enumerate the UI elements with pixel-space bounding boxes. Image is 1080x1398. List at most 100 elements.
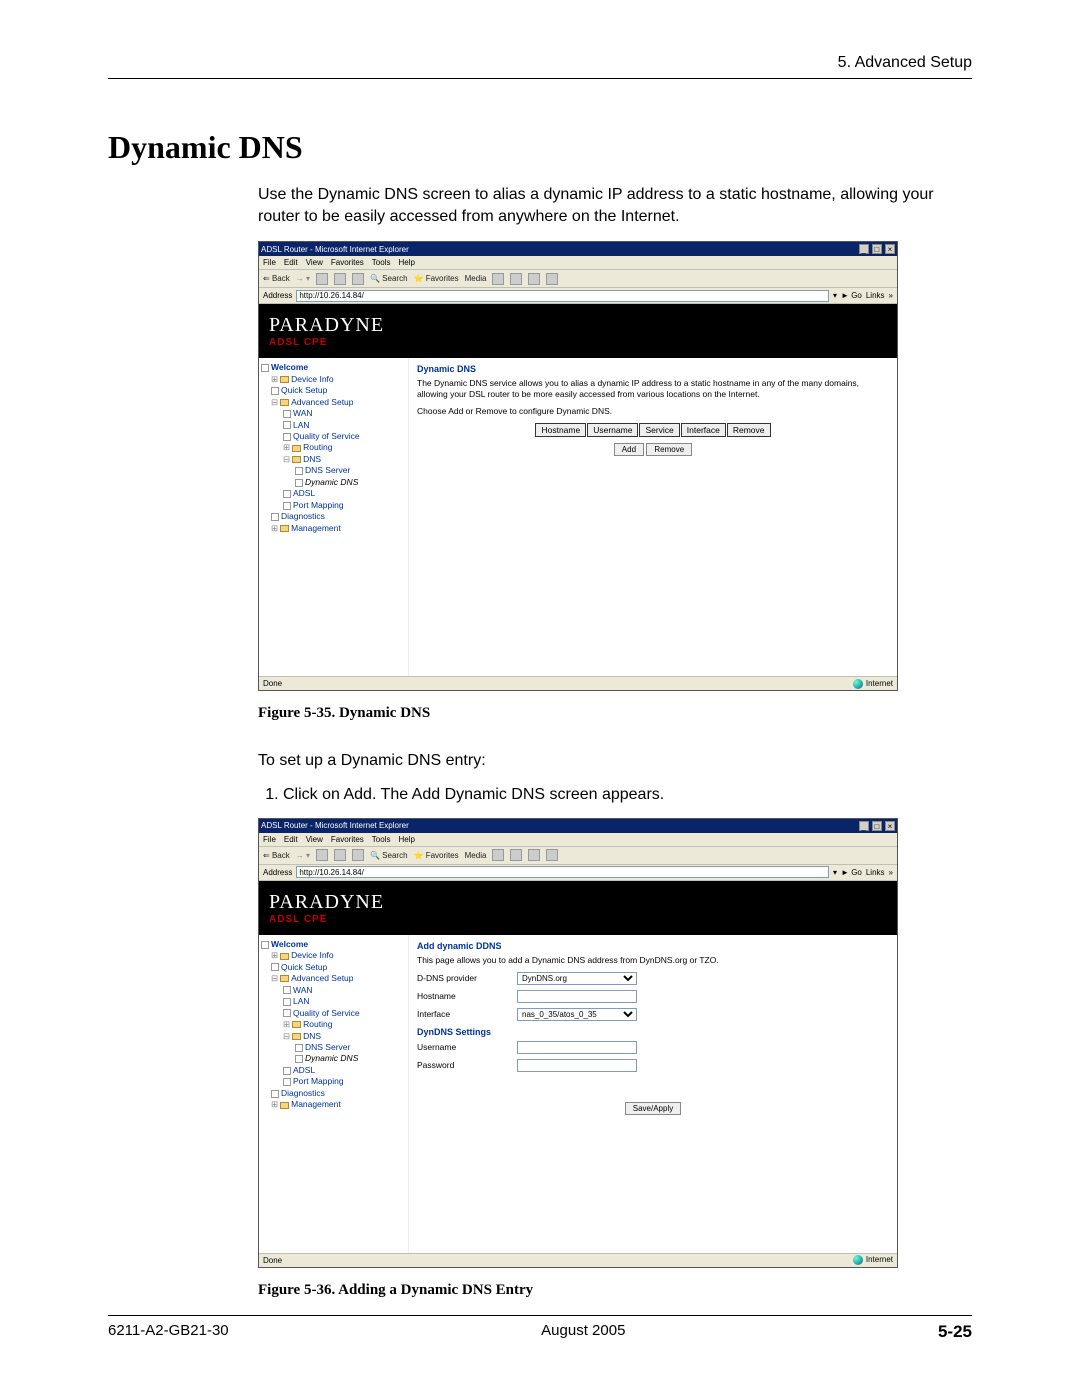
menubar: File Edit View Favorites Tools Help (259, 833, 897, 847)
address-input[interactable] (296, 290, 829, 302)
nav-routing[interactable]: ⊞Routing (261, 1019, 406, 1030)
edit-icon[interactable] (546, 273, 558, 285)
links-button[interactable]: Links (866, 868, 885, 877)
nav-routing[interactable]: ⊞Routing (261, 442, 406, 453)
history-icon[interactable] (492, 273, 504, 285)
back-button[interactable]: ⇐ Back (263, 851, 290, 860)
router-banner: PARADYNE ADSL CPE (259, 304, 897, 358)
dropdown-icon[interactable]: ▾ (833, 868, 837, 877)
provider-select[interactable]: DynDNS.org (517, 972, 637, 985)
nav-dns[interactable]: ⊟DNS (261, 454, 406, 465)
hostname-input[interactable] (517, 990, 637, 1003)
favorites-button[interactable]: ⭐ Favorites (414, 274, 459, 283)
nav-dns[interactable]: ⊟DNS (261, 1031, 406, 1042)
figure-5-36-caption: Figure 5-36. Adding a Dynamic DNS Entry (258, 1282, 972, 1299)
nav-advanced-setup[interactable]: ⊟Advanced Setup (261, 973, 406, 984)
address-input[interactable] (296, 866, 829, 878)
nav-dns-server[interactable]: DNS Server (261, 1042, 406, 1053)
brand-logo: PARADYNE (269, 314, 897, 337)
links-chevron-icon[interactable]: » (889, 291, 893, 300)
refresh-icon[interactable] (334, 273, 346, 285)
nav-welcome[interactable]: Welcome (261, 939, 406, 950)
maximize-icon[interactable]: □ (872, 244, 882, 254)
save-apply-button[interactable]: Save/Apply (625, 1102, 681, 1115)
dropdown-icon[interactable]: ▾ (833, 291, 837, 300)
minimize-icon[interactable]: _ (859, 821, 869, 831)
nav-adsl[interactable]: ADSL (261, 1065, 406, 1076)
print-icon[interactable] (528, 273, 540, 285)
menu-favorites[interactable]: Favorites (331, 258, 364, 267)
edit-icon[interactable] (546, 849, 558, 861)
menu-file[interactable]: File (263, 835, 276, 844)
nav-lan[interactable]: LAN (261, 996, 406, 1007)
menu-view[interactable]: View (306, 258, 323, 267)
password-input[interactable] (517, 1059, 637, 1072)
nav-device-info[interactable]: ⊞Device Info (261, 374, 406, 385)
running-header: 5. Advanced Setup (108, 54, 972, 78)
print-icon[interactable] (528, 849, 540, 861)
mail-icon[interactable] (510, 849, 522, 861)
minimize-icon[interactable]: _ (859, 244, 869, 254)
nav-dns-server[interactable]: DNS Server (261, 465, 406, 476)
nav-lan[interactable]: LAN (261, 420, 406, 431)
go-button[interactable]: ► Go (841, 868, 862, 877)
menu-file[interactable]: File (263, 258, 276, 267)
favorites-button[interactable]: ⭐ Favorites (414, 851, 459, 860)
nav-quick-setup[interactable]: Quick Setup (261, 962, 406, 973)
close-icon[interactable]: × (885, 244, 895, 254)
search-button[interactable]: 🔍 Search (370, 274, 408, 283)
settings-heading: DynDNS Settings (417, 1027, 889, 1037)
go-button[interactable]: ► Go (841, 291, 862, 300)
menu-edit[interactable]: Edit (284, 835, 298, 844)
menu-help[interactable]: Help (398, 258, 414, 267)
router-banner: PARADYNE ADSL CPE (259, 881, 897, 935)
nav-port-mapping[interactable]: Port Mapping (261, 1076, 406, 1087)
home-icon[interactable] (352, 273, 364, 285)
nav-advanced-setup[interactable]: ⊟Advanced Setup (261, 397, 406, 408)
menu-tools[interactable]: Tools (372, 258, 391, 267)
nav-welcome[interactable]: Welcome (261, 362, 406, 373)
menu-edit[interactable]: Edit (284, 258, 298, 267)
nav-device-info[interactable]: ⊞Device Info (261, 950, 406, 961)
globe-icon (853, 679, 863, 689)
menu-favorites[interactable]: Favorites (331, 835, 364, 844)
nav-dynamic-dns[interactable]: Dynamic DNS (261, 1053, 406, 1064)
links-button[interactable]: Links (866, 291, 885, 300)
links-chevron-icon[interactable]: » (889, 868, 893, 877)
search-button[interactable]: 🔍 Search (370, 851, 408, 860)
stop-icon[interactable] (316, 273, 328, 285)
nav-management[interactable]: ⊞Management (261, 1099, 406, 1110)
nav-management[interactable]: ⊞Management (261, 523, 406, 534)
back-button[interactable]: ⇐ Back (263, 274, 290, 283)
close-icon[interactable]: × (885, 821, 895, 831)
history-icon[interactable] (492, 849, 504, 861)
nav-quick-setup[interactable]: Quick Setup (261, 385, 406, 396)
address-bar: Address ▾ ► Go Links » (259, 865, 897, 881)
col-username: Username (587, 423, 638, 437)
nav-wan[interactable]: WAN (261, 408, 406, 419)
menu-view[interactable]: View (306, 835, 323, 844)
media-button[interactable]: Media (465, 274, 487, 283)
nav-diagnostics[interactable]: Diagnostics (261, 1088, 406, 1099)
nav-adsl[interactable]: ADSL (261, 488, 406, 499)
nav-diagnostics[interactable]: Diagnostics (261, 511, 406, 522)
nav-qos[interactable]: Quality of Service (261, 431, 406, 442)
refresh-icon[interactable] (334, 849, 346, 861)
media-button[interactable]: Media (465, 851, 487, 860)
menu-help[interactable]: Help (398, 835, 414, 844)
stop-icon[interactable] (316, 849, 328, 861)
username-input[interactable] (517, 1041, 637, 1054)
menu-tools[interactable]: Tools (372, 835, 391, 844)
interface-select[interactable]: nas_0_35/atos_0_35 (517, 1008, 637, 1021)
window-titlebar: ADSL Router - Microsoft Internet Explore… (259, 242, 897, 256)
maximize-icon[interactable]: □ (872, 821, 882, 831)
nav-wan[interactable]: WAN (261, 985, 406, 996)
nav-qos[interactable]: Quality of Service (261, 1008, 406, 1019)
nav-port-mapping[interactable]: Port Mapping (261, 500, 406, 511)
home-icon[interactable] (352, 849, 364, 861)
add-button[interactable]: Add (614, 443, 644, 456)
toolbar: ⇐ Back → ▾ 🔍 Search ⭐ Favorites Media (259, 270, 897, 288)
remove-button[interactable]: Remove (646, 443, 692, 456)
nav-dynamic-dns[interactable]: Dynamic DNS (261, 477, 406, 488)
mail-icon[interactable] (510, 273, 522, 285)
